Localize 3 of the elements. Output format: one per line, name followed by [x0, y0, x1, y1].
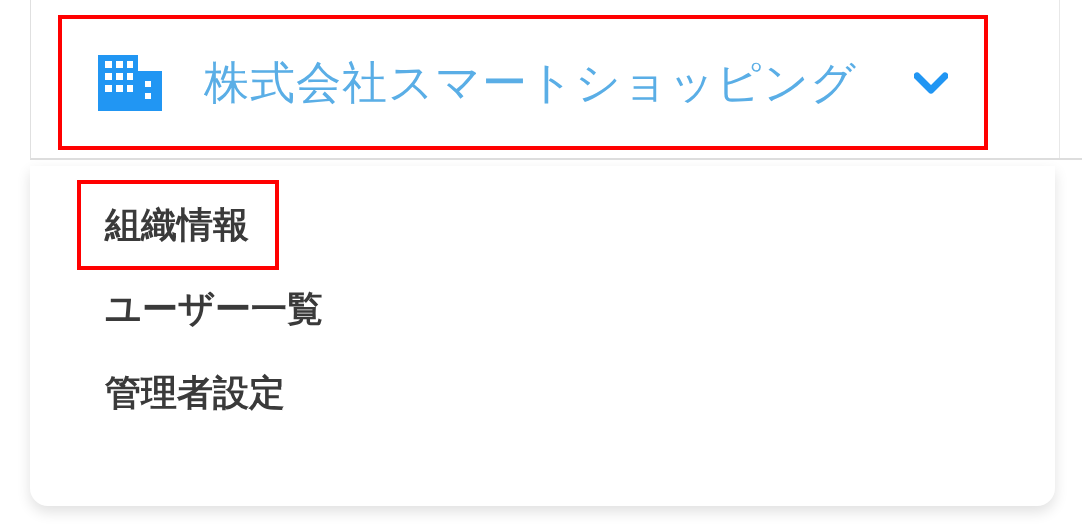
building-icon — [98, 54, 162, 111]
menu-item[interactable]: 組織情報 — [77, 180, 279, 270]
chevron-down-icon — [914, 70, 948, 95]
